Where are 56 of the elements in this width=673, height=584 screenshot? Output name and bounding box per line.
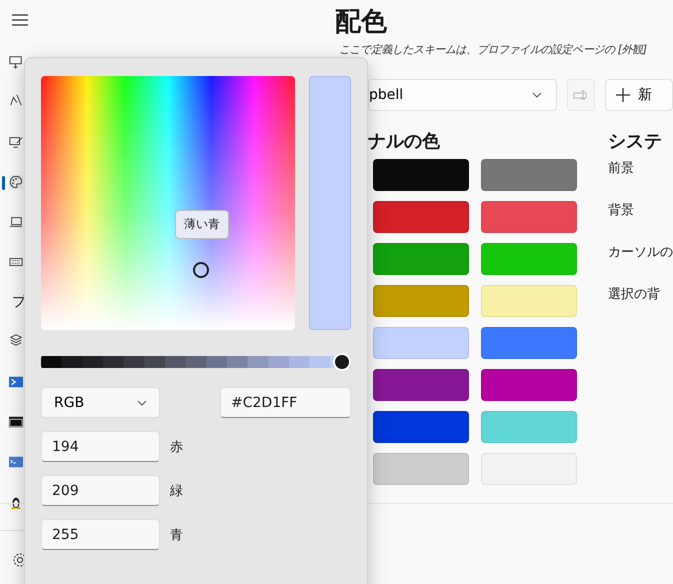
monitor-icon[interactable] [9,55,23,69]
color-swatch[interactable] [481,453,577,485]
color-name-tooltip: 薄い青 [175,210,229,239]
rename-icon [572,90,589,100]
section-heading: ナルの色 [368,130,441,153]
chevron-down-icon [137,400,147,406]
page-title: 配色 [335,6,388,39]
menu-icon[interactable] [12,14,28,26]
laptop-icon[interactable] [9,215,23,229]
plus-icon [616,88,630,102]
new-button[interactable]: 新 [605,79,673,111]
color-swatch[interactable] [481,285,577,317]
color-spectrum[interactable]: 薄い青 [41,76,296,330]
chevron-down-icon [532,92,542,98]
layers-icon[interactable] [9,333,23,347]
color-swatch[interactable] [481,411,577,443]
color-label: 前景 [608,160,635,178]
color-swatch[interactable] [373,285,469,317]
cmd-icon[interactable] [9,415,23,429]
scheme-dropdown[interactable]: pbell [368,79,557,111]
color-swatch[interactable] [373,201,469,233]
section-heading: システ [608,130,663,153]
color-mode-dropdown[interactable]: RGB [41,387,160,418]
slider-thumb[interactable] [333,353,351,371]
color-swatch[interactable] [481,201,577,233]
hex-input[interactable]: #C2D1FF [220,387,351,418]
channel-input[interactable]: 209 [41,475,160,506]
rename-button[interactable] [566,79,595,111]
screen-pen-icon[interactable] [9,135,23,149]
pen-icon[interactable] [9,93,23,107]
color-swatch[interactable] [481,327,577,359]
color-label: 選択の背 [608,286,661,304]
channel-label: 緑 [170,482,183,500]
terminal-icon[interactable] [9,455,23,469]
color-swatch[interactable] [481,369,577,401]
color-swatch[interactable] [481,243,577,275]
keyboard-icon[interactable] [9,255,23,269]
color-swatch[interactable] [481,159,577,191]
powershell-icon[interactable] [9,375,23,389]
channel-label: 青 [170,526,183,544]
picker-handle[interactable] [193,262,209,278]
color-swatch[interactable] [373,411,469,443]
color-label: 背景 [608,202,635,220]
color-swatch[interactable] [373,159,469,191]
color-swatch[interactable] [373,327,469,359]
color-swatch[interactable] [373,369,469,401]
palette-icon[interactable] [9,175,23,189]
color-label: カーソルの [608,244,673,262]
page-description: ここで定義したスキームは、プロファイルの設定ページの [外観] [339,42,648,57]
channel-input[interactable]: 194 [41,431,160,462]
penguin-icon[interactable] [9,495,23,509]
channel-label: 赤 [170,438,183,456]
channel-input[interactable]: 255 [41,519,160,550]
brightness-slider[interactable] [41,353,351,371]
color-swatch[interactable] [373,243,469,275]
color-swatch[interactable] [373,453,469,485]
